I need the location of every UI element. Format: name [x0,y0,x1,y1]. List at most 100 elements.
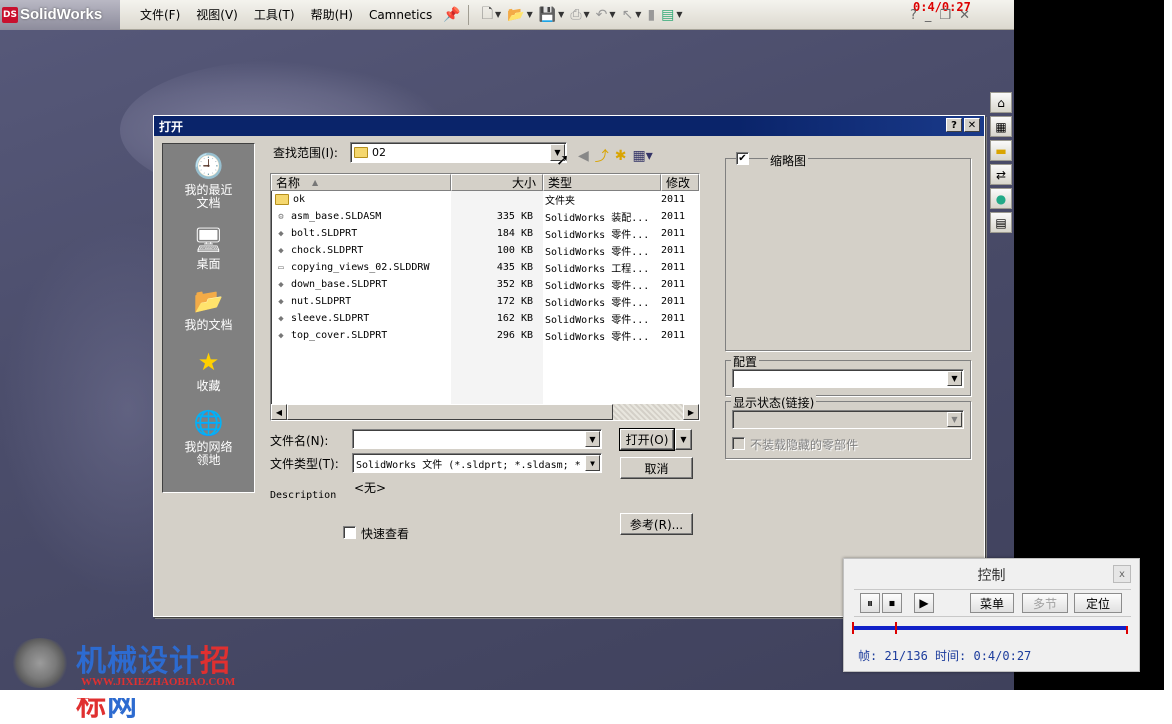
playback-progress-track[interactable] [852,622,1128,634]
scroll-thumb[interactable] [287,404,613,420]
file-row[interactable]: ⚙ asm_base.SLDASM 335 KB SolidWorks 装配... 20… [271,208,699,225]
scroll-left-icon[interactable]: ◀ [271,404,287,420]
restore-icon[interactable]: ❐ [939,8,951,23]
file-name: sleeve.SLDPRT [291,313,370,324]
place-favorites[interactable]: ★ 收藏 [165,346,253,393]
menu-camnetics[interactable]: Camnetics [361,8,440,22]
column-header-type[interactable]: 类型 [543,174,661,191]
file-list[interactable]: 名称 ▲ 大小 类型 修改 ok 文件夹 2011 ⚙ asm_base.SLDASM 33… [270,173,700,421]
open-button[interactable]: 📂 ▼ [507,5,533,25]
dont-load-hidden-checkbox[interactable] [732,437,745,450]
section-button[interactable]: 多节 [1022,593,1068,613]
filename-input[interactable]: ▼ [352,429,602,449]
design-library-icon[interactable]: ▦ [990,116,1012,137]
close-icon[interactable]: ✕ [959,8,970,23]
menu-file[interactable]: 文件(F) [132,6,188,23]
column-header-size[interactable]: 大小 [451,174,543,191]
scroll-track[interactable] [613,404,683,420]
column-header-name[interactable]: 名称 ▲ [271,174,451,191]
file-row[interactable]: ok 文件夹 2011 [271,191,699,208]
dialog-help-button[interactable]: ? [946,118,962,132]
configuration-select[interactable]: ▼ [732,369,964,388]
chevron-down-icon[interactable]: ▼ [585,455,600,471]
file-row[interactable]: ▭ copying_views_02.SLDDRW 435 KB SolidWorks… [271,259,699,276]
quick-view-checkbox[interactable] [343,526,356,539]
appearances-icon[interactable]: ● [990,188,1012,209]
display-state-select[interactable]: ▼ [732,410,964,429]
folder-icon [275,194,289,205]
options-button[interactable]: ▤ ▼ [661,5,682,25]
dialog-close-button[interactable]: ✕ [964,118,980,132]
new-document-icon: 🗋 [481,5,493,22]
recording-control-panel: 控制 x ⏸ ⏹ ▶ 菜单 多节 定位 帧: 21/136 时间: 0:4/0:… [843,558,1140,672]
help-question-icon[interactable]: ? [910,8,917,23]
chevron-down-icon[interactable]: ▼ [947,371,962,386]
back-icon[interactable]: ◀ [578,148,589,164]
thumbnail-checkbox[interactable]: ✔ [736,152,749,165]
menu-help[interactable]: 帮助(H) [303,6,361,23]
file-explorer-icon[interactable]: ▬ [990,140,1012,161]
custom-properties-icon[interactable]: ▤ [990,212,1012,233]
pin-icon[interactable]: 📌 [443,5,460,25]
pause-button[interactable]: ⏸ [860,593,880,613]
chevron-down-icon[interactable]: ▼ [947,412,962,427]
file-row[interactable]: ◆ down_base.SLDPRT 352 KB SolidWorks 零件... 2… [271,276,699,293]
locate-button[interactable]: 定位 [1074,593,1122,613]
menu-tools[interactable]: 工具(T) [246,6,303,23]
minimize-icon[interactable]: _ [925,8,932,23]
file-row[interactable]: ◆ sleeve.SLDPRT 162 KB SolidWorks 零件... 2011 [271,310,699,327]
look-in-combo[interactable]: 02 ▼ [350,142,567,163]
control-panel-close-button[interactable]: x [1113,565,1131,583]
stop-button[interactable]: ⏹ [882,593,902,613]
references-button[interactable]: 参考(R)... [620,513,693,535]
chevron-down-icon: ▼ [676,10,683,19]
place-desktop[interactable]: 🖥 桌面 [165,224,253,271]
play-button[interactable]: ▶ [914,593,934,613]
file-modified-cell: 2011 [661,330,686,341]
file-name: down_base.SLDPRT [291,279,388,290]
print-button[interactable]: ⎙ ▼ [570,5,589,25]
cancel-button[interactable]: 取消 [620,457,693,479]
open-file-dialog: 打开 ? ✕ 🕘 我的最近 文档 🖥 桌面 📂 我的文档 ★ 收藏 🌐 我的网络… [153,115,985,617]
file-rows: ok 文件夹 2011 ⚙ asm_base.SLDASM 335 KB SolidWork… [271,191,699,344]
control-panel-title: 控制 [977,568,1006,584]
horizontal-scrollbar[interactable]: ◀ ▶ [271,404,699,420]
new-document-button[interactable]: 🗋 ▼ [482,5,501,25]
column-header-modified[interactable]: 修改 [661,174,699,191]
new-folder-icon[interactable]: ✱ [615,148,627,164]
place-recent-documents[interactable]: 🕘 我的最近 文档 [165,150,253,210]
open-options-dropdown[interactable]: ▼ [675,429,692,450]
my-documents-icon: 📂 [193,287,224,315]
menu-button[interactable]: 菜单 [970,593,1014,613]
file-row[interactable]: ◆ bolt.SLDPRT 184 KB SolidWorks 零件... 2011 [271,225,699,242]
undo-button[interactable]: ↶ ▼ [596,5,616,25]
file-row[interactable]: ◆ top_cover.SLDPRT 296 KB SolidWorks 零件... 2… [271,327,699,344]
home-icon[interactable]: ⌂ [990,92,1012,113]
chevron-down-icon[interactable]: ▼ [585,431,600,447]
file-list-header: 名称 ▲ 大小 类型 修改 [271,174,699,191]
menu-view[interactable]: 视图(V) [188,6,246,23]
look-in-value: 02 [372,146,386,159]
file-type-cell: SolidWorks 装配... [545,213,650,224]
chevron-down-icon: ▼ [635,10,642,19]
frame-time-readout: 帧: 21/136 时间: 0:4/0:27 [858,649,1032,663]
chevron-down-icon: ▼ [583,10,590,19]
open-button[interactable]: 打开(O) [619,428,675,451]
playback-progress-marker[interactable] [894,622,897,634]
view-palette-icon[interactable]: ⇄ [990,164,1012,185]
select-button[interactable]: ↖ ▼ [622,5,642,25]
place-network[interactable]: 🌐 我的网络 领地 [165,407,253,467]
file-row[interactable]: ◆ nut.SLDPRT 172 KB SolidWorks 零件... 2011 [271,293,699,310]
up-folder-icon[interactable]: ⤴ [595,146,609,166]
place-my-documents[interactable]: 📂 我的文档 [165,285,253,332]
filetype-select[interactable]: SolidWorks 文件 (*.sldprt; *.sldasm; * ▼ [352,453,602,473]
save-icon: 💾 [538,6,557,23]
file-size-cell: 296 KB [496,330,533,341]
scroll-right-icon[interactable]: ▶ [683,404,699,420]
solidworks-logo[interactable]: DS SolidWorks [0,0,120,30]
view-menu-icon[interactable]: ▦▾ [633,148,653,164]
rebuild-button[interactable]: ▮ [647,5,655,25]
logo-text: SolidWorks [20,6,103,23]
save-button[interactable]: 💾 ▼ [539,5,565,25]
file-row[interactable]: ◆ chock.SLDPRT 100 KB SolidWorks 零件... 2011 [271,242,699,259]
